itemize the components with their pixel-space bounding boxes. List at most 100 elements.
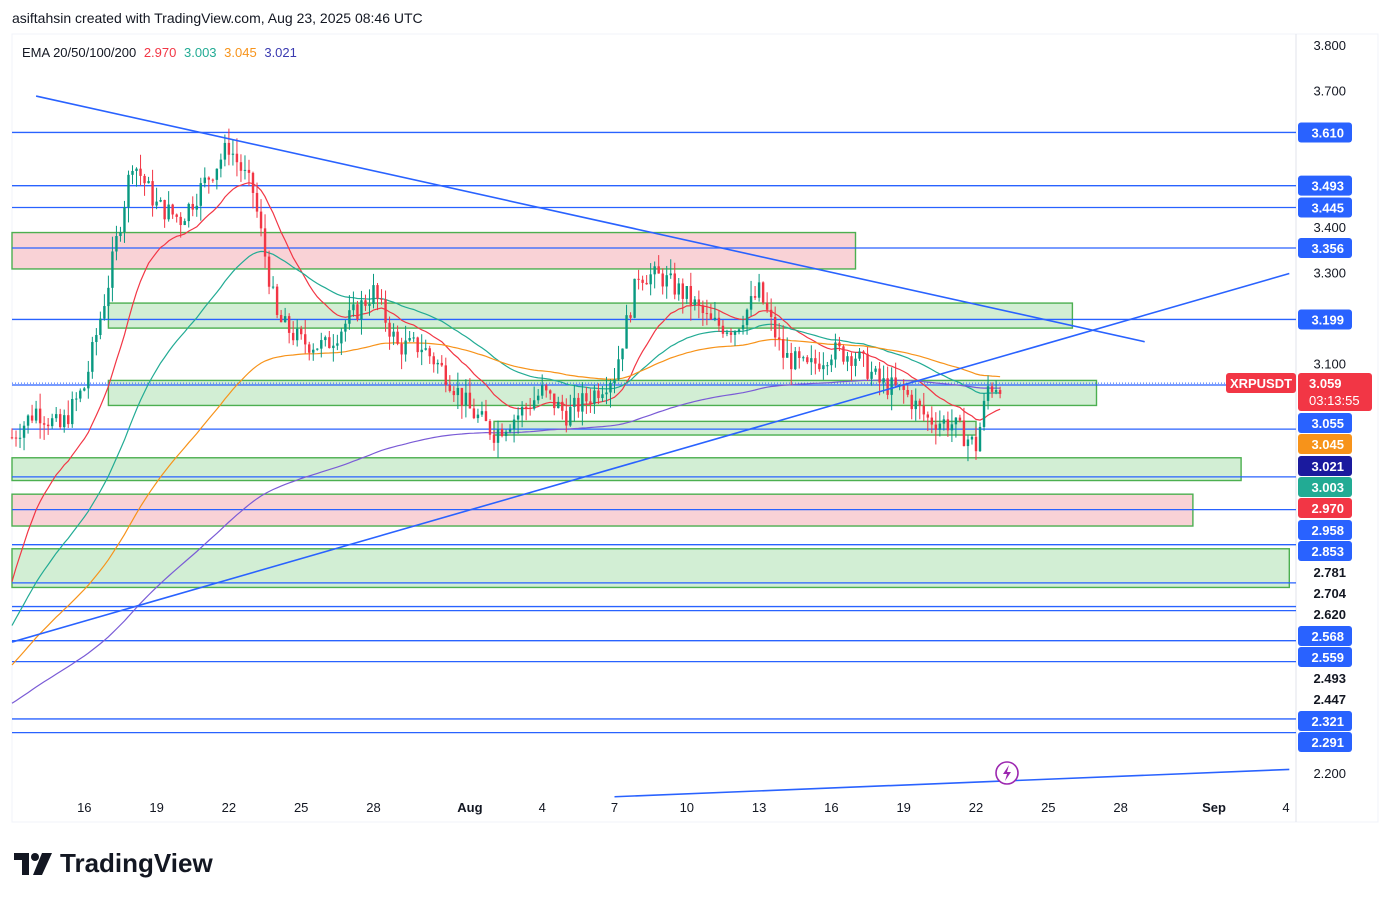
candle-body [452,390,456,396]
tradingview-logo-icon [14,852,52,875]
x-tick-label: 16 [824,800,838,815]
candle-body [786,352,789,358]
candle-body [834,342,837,360]
candle-body [368,304,371,306]
candle-body [721,325,725,334]
candle-body [637,278,640,280]
candle-body [500,428,504,437]
candle-body [99,318,102,336]
x-tick-label: 19 [896,800,910,815]
candle-body [749,296,753,310]
candle-body [761,282,765,303]
candle-body [974,436,978,452]
candle-body [448,384,452,391]
candle-body [938,423,942,430]
candle-body [613,379,616,384]
candle-body [958,417,962,421]
candle-body [295,328,299,341]
candle-body [107,287,110,307]
candle-body [990,386,994,392]
candle-body [320,340,323,349]
candle-body [553,393,556,409]
level-tag-label: 2.704 [1313,586,1346,601]
candle-body [155,201,158,206]
candle-body [95,335,98,343]
zone-demand-1 [107,302,1074,329]
candle-body [725,332,729,334]
candle-body [737,329,741,332]
candle-body [858,351,861,359]
candle-body [661,273,664,287]
candle-body [492,434,496,443]
y-tick-label: 3.800 [1313,38,1346,53]
candle-body [954,417,958,425]
candle-body [677,283,680,295]
candle-body [733,331,737,335]
candle-body [468,392,472,409]
candle-body [10,437,14,439]
candle-body [930,417,934,425]
candle-body [115,236,118,252]
candle-body [111,251,114,288]
candle-body [340,331,343,344]
candle-body [352,304,355,311]
candle-body [291,332,295,341]
candle-body [376,285,379,299]
candle-body [504,431,508,437]
x-tick-label: 22 [222,800,236,815]
lightning-icon[interactable] [995,761,1019,785]
tradingview-logo[interactable]: TradingView [14,848,213,879]
price-chart[interactable]: 3.800 3.700 3.400 3.300 3.100 2.200 3.610 3.493… [0,0,1392,900]
candle-body [179,216,182,226]
level-tag-label: 3.610 [1311,125,1344,140]
candle-body [569,406,572,426]
level-tag-label: 2.291 [1311,735,1344,750]
candle-body [75,398,78,400]
level-tag-label: 2.321 [1311,714,1344,729]
candle-body [235,153,239,163]
candle-body [251,172,255,193]
candle-body [488,421,492,435]
candle-body [994,390,998,392]
candle-body [255,192,259,212]
candle-body [532,400,536,409]
candle-body [605,392,608,395]
candle-body [589,401,592,404]
candle-body [978,426,982,452]
candle-body [697,299,701,306]
trend-line-2 [614,768,1290,798]
level-tag-label: 3.445 [1311,201,1344,216]
candle-body [103,306,106,319]
candle-body [962,420,966,447]
candle-body [267,256,271,287]
candle-body [283,316,287,323]
candle-body [143,175,146,184]
candle-body [416,337,419,353]
candle-body [922,405,925,415]
candle-body [472,408,476,419]
candle-body [894,377,897,385]
time-axis[interactable]: 16 19 22 25 28 Aug 4 7 10 13 16 19 22 25 28 Sep 4 [77,800,1290,815]
candle-body [609,383,612,393]
symbol-tag: XRPUSDT 3.059 03:13:55 [1226,373,1372,411]
level-tag-label: 3.493 [1311,179,1344,194]
candle-body [621,348,624,360]
candle-body [215,168,219,180]
candle-body [625,315,628,349]
level-tag-label: 2.970 [1311,501,1344,516]
candle-body [729,332,733,335]
candle-body [480,411,484,415]
x-tick-label: 4 [539,800,546,815]
candle-body [259,211,263,229]
candle-body [806,357,809,363]
candle-body [886,378,889,395]
candle-body [279,314,283,323]
candle-body [38,408,42,424]
candle-body [328,337,331,349]
candle-body [512,419,516,430]
level-tag-label: 3.021 [1311,459,1344,474]
level-tag-label: 2.447 [1313,692,1346,707]
candle-body [597,390,600,399]
candle-body [147,181,150,184]
trendlines-layer [11,95,1290,798]
